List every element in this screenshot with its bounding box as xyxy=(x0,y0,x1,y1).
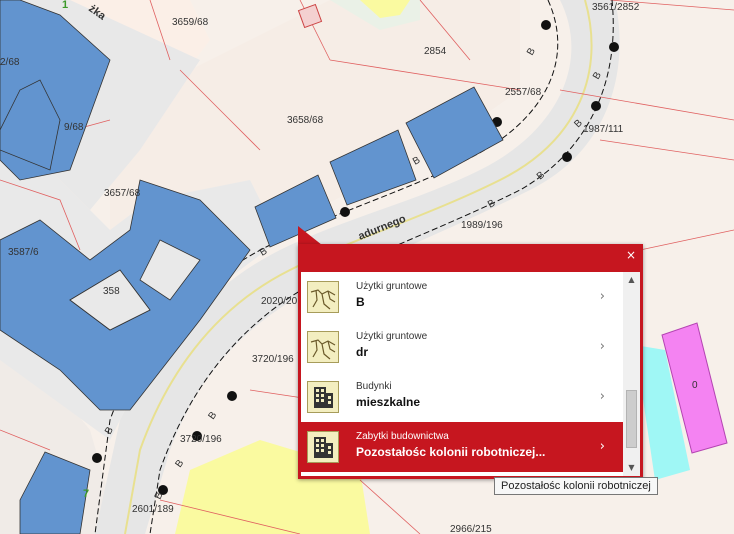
scroll-up-arrow[interactable]: ▲ xyxy=(623,274,640,286)
item-value: mieszkalne xyxy=(356,395,421,409)
item-value: B xyxy=(356,295,365,309)
parcel-label: 358 xyxy=(103,286,120,297)
list-item[interactable]: Użytki gruntowe B › xyxy=(301,272,623,322)
tooltip: Pozostałośc kolonii robotniczej xyxy=(494,477,658,495)
parcel-label: 1987/111 xyxy=(583,124,624,135)
map-symbol: 1 xyxy=(62,0,68,11)
chevron-right-icon: › xyxy=(599,289,605,304)
chevron-right-icon: › xyxy=(599,389,605,404)
parcel-label: 2854 xyxy=(424,46,447,57)
scrollbar[interactable]: ▲ ▼ xyxy=(623,272,640,476)
parcel-label: 3587/6 xyxy=(8,247,39,258)
map-symbol: 0 xyxy=(692,380,698,391)
feature-info-popup: × Użytki gruntowe B › Użytki gruntowe dr… xyxy=(298,244,643,479)
parcel-label: 9/68 xyxy=(64,122,84,133)
parcel-label: 2966/215 xyxy=(450,524,492,534)
scroll-thumb[interactable] xyxy=(626,390,637,448)
item-value: dr xyxy=(356,345,368,359)
parcel-label: 3720/196 xyxy=(180,434,222,445)
popup-pointer xyxy=(298,226,322,245)
parcel-label: 3658/68 xyxy=(287,115,324,126)
chevron-right-icon: › xyxy=(599,439,605,454)
building-icon xyxy=(307,431,339,463)
item-value: Pozostałośc kolonii robotniczej... xyxy=(356,445,546,459)
list-item[interactable]: Użytki gruntowe dr › xyxy=(301,322,623,372)
building-icon xyxy=(307,381,339,413)
feature-list: Użytki gruntowe B › Użytki gruntowe dr ›… xyxy=(301,272,640,476)
list-item[interactable]: Budynki mieszkalne › xyxy=(301,372,623,422)
parcel-label: 2601/189 xyxy=(132,504,174,515)
list-item-selected[interactable]: Zabytki budownictwa Pozostałośc kolonii … xyxy=(301,422,623,472)
scroll-down-arrow[interactable]: ▼ xyxy=(623,462,640,474)
parcel-label: 2020/20 xyxy=(261,296,298,307)
parcel-label: 3657/68 xyxy=(104,188,141,199)
item-category: Zabytki budownictwa xyxy=(356,431,449,442)
item-category: Użytki gruntowe xyxy=(356,281,428,292)
map-symbol: 7 xyxy=(83,488,89,500)
land-use-icon xyxy=(307,281,339,313)
item-category: Użytki gruntowe xyxy=(356,331,428,342)
parcel-label: 1989/196 xyxy=(461,220,503,231)
land-use-icon xyxy=(307,331,339,363)
parcel-label: 2557/68 xyxy=(505,87,542,98)
close-icon[interactable]: × xyxy=(625,249,637,261)
chevron-right-icon: › xyxy=(599,339,605,354)
item-category: Budynki xyxy=(356,381,392,392)
parcel-label: 2/68 xyxy=(0,57,20,68)
parcel-label: 3561/2852 xyxy=(592,2,640,13)
parcel-label: 3720/196 xyxy=(252,354,294,365)
parcel-label: 3659/68 xyxy=(172,17,209,28)
